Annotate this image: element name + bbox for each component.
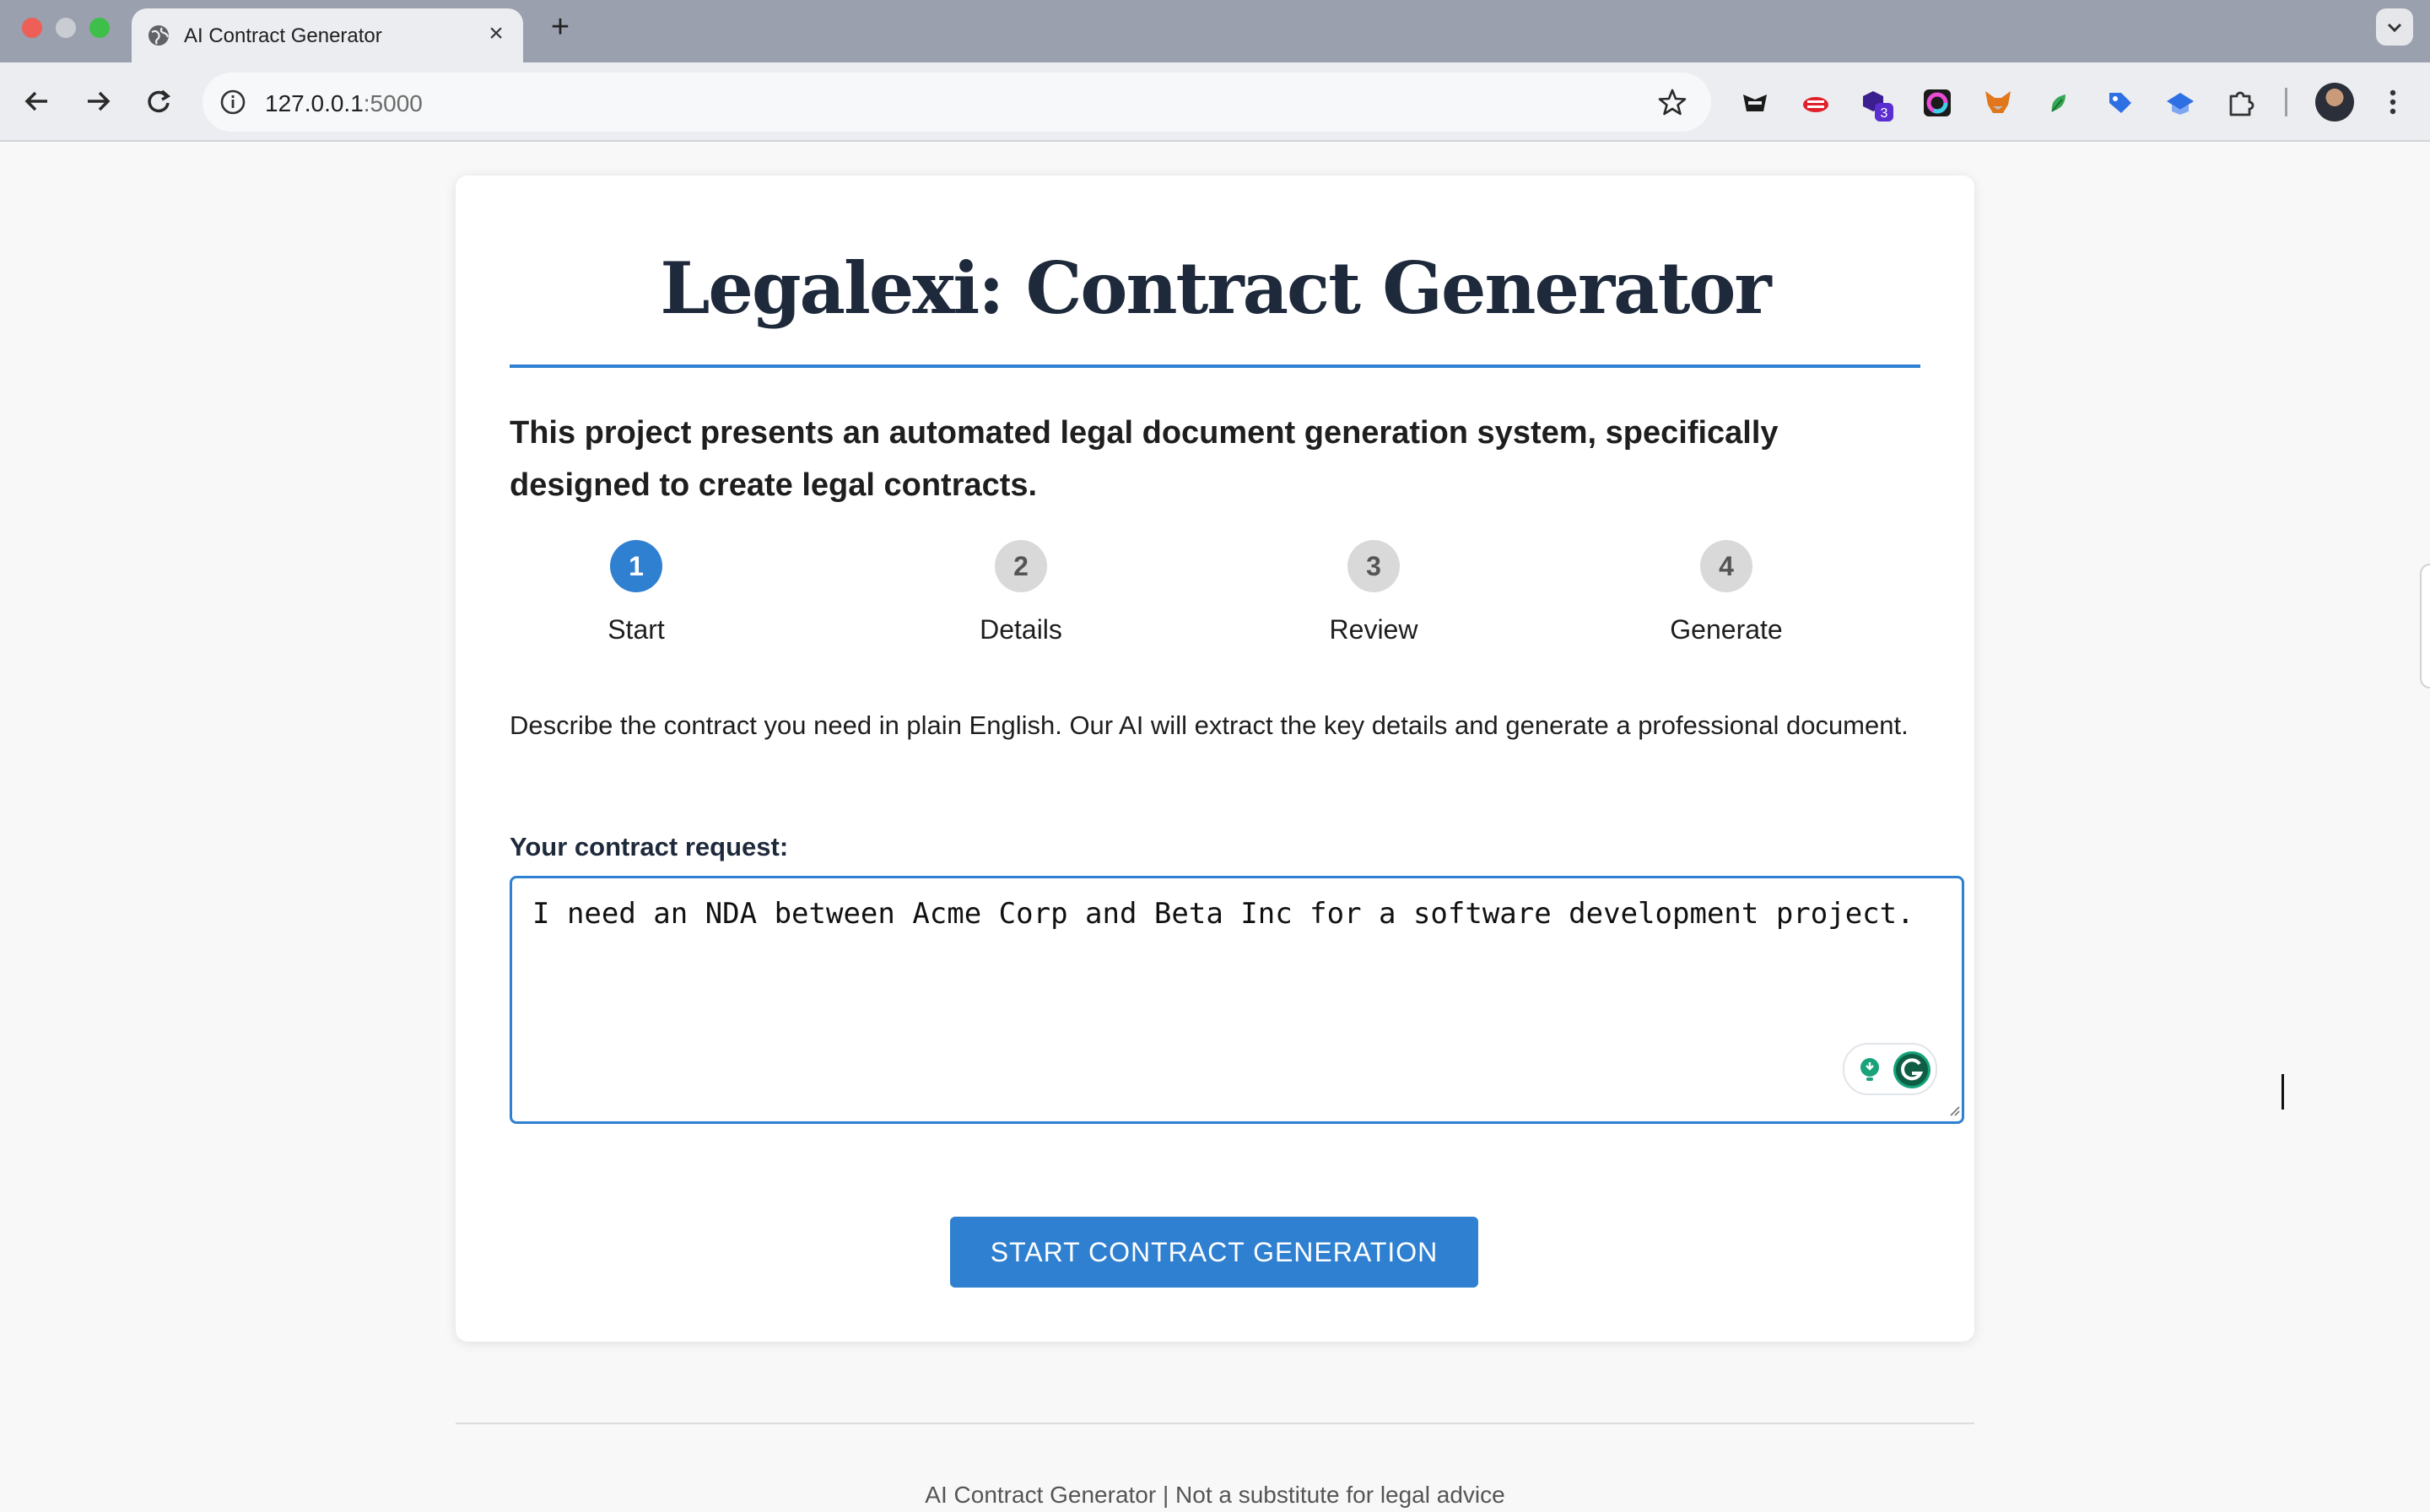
step-number: 4 (1700, 540, 1752, 592)
ext-blue-cap-icon[interactable] (2165, 88, 2195, 118)
address-bar[interactable]: 127.0.0.1:5000 (202, 73, 1711, 132)
step-number: 3 (1347, 540, 1400, 592)
intro-text: This project presents an automated legal… (510, 415, 1779, 503)
browser-tab[interactable]: AI Contract Generator × (132, 8, 523, 62)
ext-purple-hex-icon[interactable]: 3 (1861, 88, 1893, 122)
chevron-down-icon (2387, 23, 2402, 33)
maximize-window-button[interactable] (89, 18, 110, 38)
back-icon[interactable] (19, 83, 56, 120)
lightbulb-icon[interactable] (1856, 1056, 1883, 1083)
title-divider (510, 364, 1920, 368)
text-caret (2282, 1074, 2284, 1110)
more-vert-icon[interactable] (2383, 83, 2403, 122)
reload-icon[interactable] (140, 83, 177, 120)
tab-strip: AI Contract Generator × + (0, 0, 2430, 62)
extensions-puzzle-icon[interactable] (2226, 88, 2256, 118)
tab-title: AI Contract Generator (184, 24, 382, 47)
grammarly-widget[interactable] (1843, 1043, 1937, 1095)
bookmark-star-icon[interactable] (1657, 87, 1688, 117)
minimize-window-button[interactable] (56, 18, 76, 38)
ext-ninja-icon[interactable] (1740, 88, 1770, 118)
start-generation-button[interactable]: START CONTRACT GENERATION (950, 1217, 1478, 1288)
step-start: 1 Start (510, 540, 763, 645)
step-generate: 4 Generate (1600, 540, 1853, 645)
ext-green-leaf-icon[interactable] (2044, 88, 2074, 118)
instructions-text: Describe the contract you need in plain … (510, 710, 1909, 740)
step-label: Generate (1670, 614, 1783, 645)
footer-divider (456, 1423, 1974, 1424)
tab-search-button[interactable] (2376, 8, 2413, 46)
button-label: START CONTRACT GENERATION (990, 1237, 1439, 1267)
ext-blue-tag-icon[interactable] (2104, 88, 2135, 118)
site-info-icon[interactable] (219, 89, 246, 116)
step-number: 1 (610, 540, 662, 592)
new-tab-button[interactable]: + (543, 10, 577, 44)
globe-icon (148, 25, 170, 46)
step-label: Start (608, 614, 665, 645)
footer-text: AI Contract Generator | Not a substitute… (925, 1482, 1505, 1508)
step-label: Review (1329, 614, 1418, 645)
generator-card: Legalexi: Contract Generator This projec… (456, 176, 2284, 1342)
step-number: 2 (995, 540, 1047, 592)
ext-red-cloud-icon[interactable] (1801, 88, 1831, 118)
contract-request-input[interactable] (510, 876, 1964, 1124)
toolbar-divider (2285, 88, 2287, 116)
close-tab-icon[interactable]: × (483, 20, 510, 47)
url-text[interactable]: 127.0.0.1:5000 (265, 90, 423, 117)
svg-text:3: 3 (1881, 106, 1888, 121)
forward-icon[interactable] (79, 83, 116, 120)
side-panel-handle[interactable] (2420, 564, 2430, 688)
step-review: 3 Review (1247, 540, 1500, 645)
close-window-button[interactable] (22, 18, 42, 38)
profile-avatar[interactable] (2315, 83, 2354, 122)
request-label: Your contract request: (510, 832, 789, 861)
step-details: 2 Details (894, 540, 1148, 645)
ext-fox-icon[interactable] (1983, 88, 2013, 118)
browser-toolbar: 127.0.0.1:5000 3 (0, 62, 2430, 142)
resize-handle-icon[interactable] (1947, 1104, 1961, 1117)
page-title: Legalexi: Contract Generator (660, 246, 1771, 330)
grammarly-logo-icon[interactable] (1892, 1050, 1932, 1090)
ext-color-ring-icon[interactable] (1922, 88, 1952, 118)
step-label: Details (980, 614, 1062, 645)
